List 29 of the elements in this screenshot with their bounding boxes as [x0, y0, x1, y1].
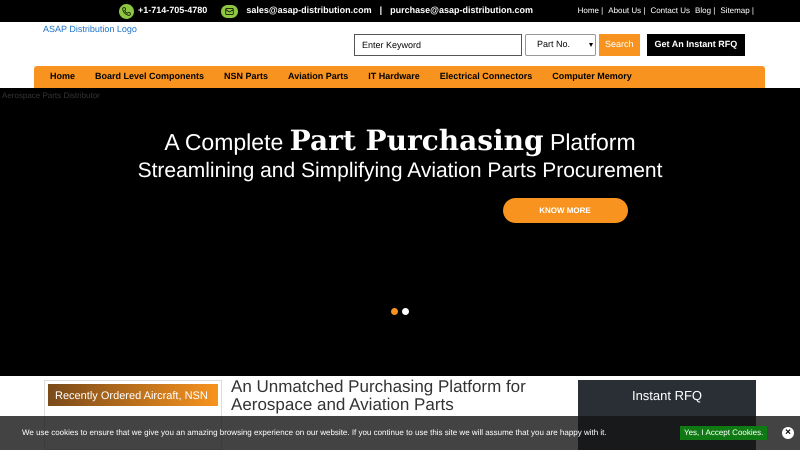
top-link[interactable]: Sitemap | [720, 5, 754, 17]
section-heading: An Unmatched Purchasing Platform for Aerospace and Aviation Parts [231, 378, 527, 414]
part-number-select[interactable]: Part No. [525, 34, 596, 56]
hero-headline: A Complete Part Purchasing Platform [164, 126, 636, 157]
separator: | [380, 4, 382, 18]
nav-link[interactable]: Home [50, 70, 76, 84]
caret-icon [589, 43, 593, 47]
close-button[interactable]: × [782, 427, 794, 439]
nav-link[interactable]: NSN Parts [224, 70, 268, 84]
nav-link[interactable]: Electrical Connectors [440, 70, 532, 84]
logo-alt-text[interactable]: ASAP Distribution Logo [43, 23, 137, 36]
sales-email[interactable]: sales@asap-distribution.com [246, 4, 372, 18]
top-link[interactable]: Contact Us [650, 5, 690, 17]
nav-link[interactable]: IT Hardware [368, 70, 420, 84]
accept-cookies-button[interactable]: Yes, I Accept Cookies. [680, 426, 768, 440]
keyword-field[interactable]: Enter Keyword [354, 34, 522, 56]
nav-link[interactable]: Computer Memory [552, 70, 632, 84]
phone-number[interactable]: +1-714-705-4780 [138, 4, 208, 18]
purchase-email[interactable]: purchase@asap-distribution.com [390, 4, 533, 18]
top-link[interactable]: Home | [578, 5, 604, 17]
top-link[interactable]: Blog | [695, 5, 716, 17]
top-link[interactable]: About Us | [608, 5, 646, 17]
hero-subheadline: Streamlining and Simplifying Aviation Parts Procurement [138, 158, 662, 184]
rfq-button[interactable]: Get An Instant RFQ [646, 34, 746, 56]
nav-link[interactable]: Board Level Components [95, 70, 204, 84]
phone-icon [119, 4, 134, 18]
mail-icon [221, 4, 238, 18]
nav-link[interactable]: Aviation Parts [288, 70, 348, 84]
recent-tab[interactable]: Recently Ordered Aircraft, NSN [48, 384, 218, 406]
